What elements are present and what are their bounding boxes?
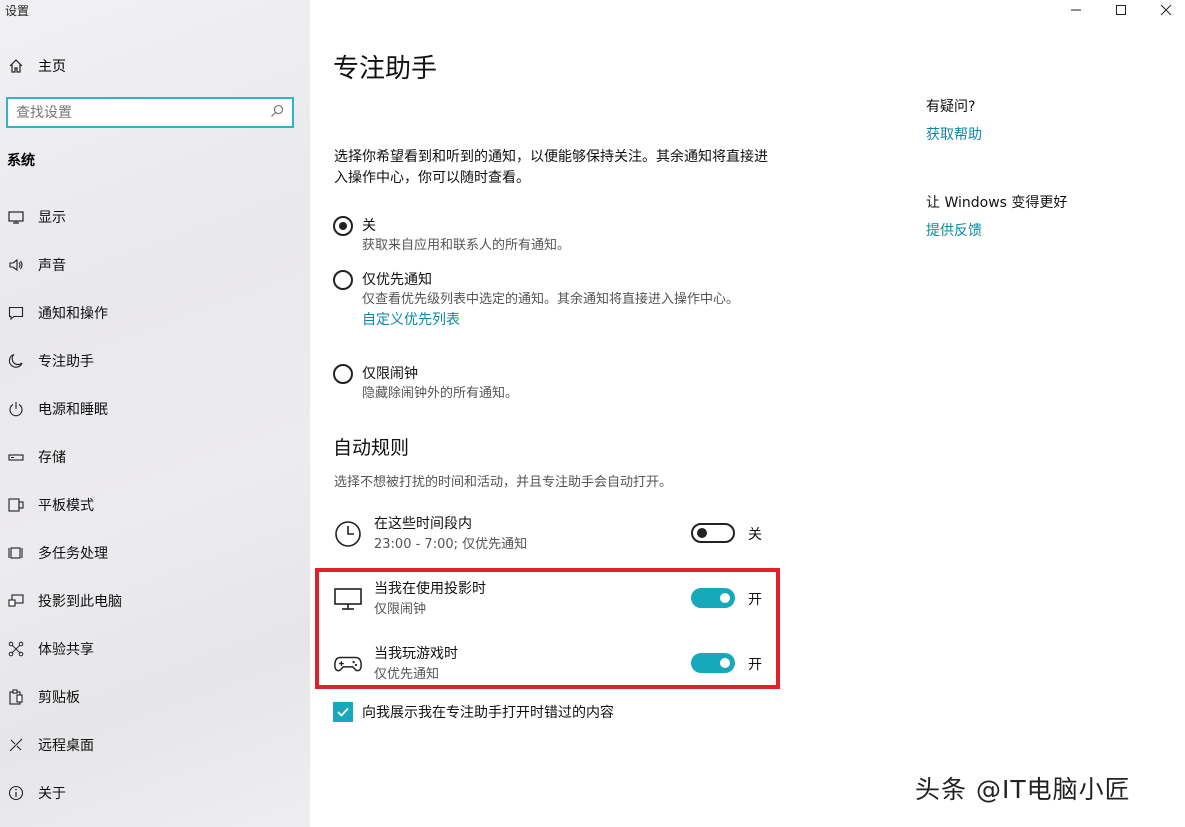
radio-description: 仅查看优先级列表中选定的通知。其余通知将直接进入操作中心。	[362, 292, 740, 307]
info-icon	[7, 784, 25, 802]
radio-button[interactable]	[333, 216, 353, 236]
share-icon	[7, 640, 25, 658]
checkbox-label: 向我展示我在专注助手打开时错过的内容	[362, 705, 614, 721]
project-icon	[7, 592, 25, 610]
power-icon	[7, 400, 25, 418]
radio-label: 仅优先通知	[362, 272, 432, 288]
page-title: 专注助手	[333, 54, 438, 84]
radio-description: 隐藏除闹钟外的所有通知。	[362, 386, 519, 401]
sidebar-section-label: 系统	[7, 153, 35, 169]
minimize-button[interactable]	[1053, 0, 1099, 20]
give-feedback-link[interactable]: 提供反馈	[926, 220, 982, 240]
maximize-button[interactable]	[1098, 0, 1144, 20]
sidebar-item-label: 关于	[38, 786, 66, 802]
sidebar-item-storage[interactable]: 存储	[7, 446, 66, 468]
home-icon	[7, 57, 25, 75]
toggle-switch[interactable]	[691, 523, 735, 543]
show-missed-checkbox-row[interactable]: 向我展示我在专注助手打开时错过的内容	[333, 702, 614, 722]
sidebar-item-label: 电源和睡眠	[38, 402, 108, 418]
search-input[interactable]	[16, 104, 270, 121]
speaker-icon	[7, 256, 25, 274]
sidebar-item-project[interactable]: 投影到此电脑	[7, 590, 122, 612]
sidebar-item-label: 远程桌面	[38, 738, 94, 754]
sidebar-item-home[interactable]: 主页	[7, 55, 66, 77]
sidebar-item-clipboard[interactable]: 剪贴板	[7, 686, 80, 708]
sidebar-item-focus-assist[interactable]: 专注助手	[7, 350, 94, 372]
clock-icon	[333, 519, 363, 549]
window-title: 设置	[5, 4, 30, 18]
sidebar-item-label: 主页	[38, 59, 66, 75]
toggle-state-label: 关	[748, 527, 762, 543]
sidebar-item-label: 通知和操作	[38, 306, 108, 322]
auto-rules-description: 选择不想被打扰的时间和活动，并且专注助手会自动打开。	[334, 475, 673, 490]
sidebar-item-label: 投影到此电脑	[38, 594, 122, 610]
close-button[interactable]	[1143, 0, 1185, 20]
auto-rules-heading: 自动规则	[333, 437, 410, 459]
sidebar-item-label: 显示	[38, 210, 66, 226]
moon-icon	[7, 352, 25, 370]
search-box[interactable]	[6, 97, 294, 128]
intro-text: 选择你希望看到和听到的通知，以便能够保持关注。其余通知将直接进入操作中心，你可以…	[334, 149, 768, 186]
radio-option-priority-only[interactable]: 仅优先通知 仅查看优先级列表中选定的通知。其余通知将直接进入操作中心。 自定义优…	[333, 270, 777, 330]
radio-label: 关	[362, 218, 376, 234]
radio-label: 仅限闹钟	[362, 366, 418, 382]
display-icon	[7, 208, 25, 226]
sidebar-item-label: 平板模式	[38, 498, 94, 514]
help-question: 有疑问?	[926, 99, 976, 115]
clipboard-icon	[7, 688, 25, 706]
rule-time-period[interactable]: 在这些时间段内 23:00 - 7:00; 仅优先通知 关	[333, 513, 773, 557]
radio-button[interactable]	[333, 270, 353, 290]
sidebar-item-label: 剪贴板	[38, 690, 80, 706]
rule-subtitle: 23:00 - 7:00; 仅优先通知	[374, 537, 528, 552]
customize-priority-list-link[interactable]: 自定义优先列表	[362, 310, 777, 330]
close-icon	[1160, 4, 1172, 16]
sidebar-item-shared-experiences[interactable]: 体验共享	[7, 638, 94, 660]
sidebar-item-about[interactable]: 关于	[7, 782, 66, 804]
remote-icon	[7, 736, 25, 754]
sidebar-item-remote-desktop[interactable]: 远程桌面	[7, 734, 94, 756]
watermark: 头条 @IT电脑小匠	[915, 775, 1131, 804]
rule-title: 在这些时间段内	[374, 516, 472, 532]
highlight-box	[315, 568, 780, 689]
checkmark-icon	[337, 707, 349, 717]
sidebar-item-notifications[interactable]: 通知和操作	[7, 302, 108, 324]
sidebar-item-label: 体验共享	[38, 642, 94, 658]
minimize-icon	[1071, 9, 1081, 11]
radio-option-off[interactable]: 关 获取来自应用和联系人的所有通知。	[333, 216, 782, 256]
tablet-icon	[7, 496, 25, 514]
sidebar-item-multitasking[interactable]: 多任务处理	[7, 542, 108, 564]
multitask-icon	[7, 544, 25, 562]
sidebar-item-tablet[interactable]: 平板模式	[7, 494, 94, 516]
sidebar-item-label: 多任务处理	[38, 546, 108, 562]
checkbox[interactable]	[333, 702, 353, 722]
sidebar-item-label: 专注助手	[38, 354, 94, 370]
improve-windows-heading: 让 Windows 变得更好	[926, 195, 1068, 211]
radio-button[interactable]	[333, 364, 353, 384]
radio-option-alarms-only[interactable]: 仅限闹钟 隐藏除闹钟外的所有通知。	[333, 364, 782, 404]
sidebar-item-display[interactable]: 显示	[7, 206, 66, 228]
radio-description: 获取来自应用和联系人的所有通知。	[362, 238, 571, 253]
notification-icon	[7, 304, 25, 322]
sidebar-item-sound[interactable]: 声音	[7, 254, 66, 276]
storage-icon	[7, 448, 25, 466]
maximize-icon	[1116, 5, 1126, 15]
sidebar-item-power[interactable]: 电源和睡眠	[7, 398, 108, 420]
get-help-link[interactable]: 获取帮助	[926, 124, 982, 144]
sidebar-item-label: 存储	[38, 450, 66, 466]
sidebar-item-label: 声音	[38, 258, 66, 274]
search-icon[interactable]	[270, 103, 284, 122]
sidebar: 设置 主页 系统 显示 声音 通知和操作 专注助手 电源和睡眠 存储 平板	[0, 0, 310, 827]
